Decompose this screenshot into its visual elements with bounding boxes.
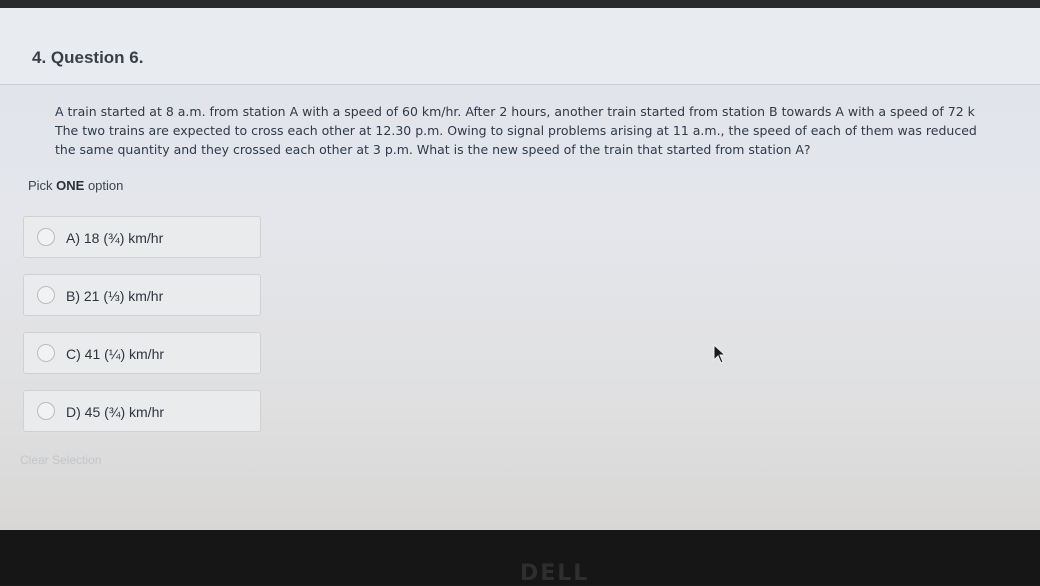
pick-instruction: Pick ONE option [28, 178, 123, 193]
dell-logo: DELL [520, 561, 590, 586]
question-line-3: the same quantity and they crossed each … [55, 142, 811, 157]
option-b-label: B) 21 (⅓) km/hr [66, 288, 164, 304]
question-line-2: The two trains are expected to cross eac… [55, 123, 977, 138]
question-header: 4. Question 6. [0, 8, 1040, 85]
pick-emphasis: ONE [56, 178, 85, 193]
screen-area: 4. Question 6. A train started at 8 a.m.… [0, 8, 1040, 530]
pick-suffix: option [84, 178, 124, 193]
option-c[interactable]: C) 41 (¼) km/hr [23, 332, 261, 374]
pick-prefix: Pick [28, 178, 57, 193]
option-c-radio[interactable] [37, 344, 55, 362]
option-a[interactable]: A) 18 (¾) km/hr [23, 216, 261, 258]
option-b-radio[interactable] [37, 286, 55, 304]
option-c-label: C) 41 (¼) km/hr [66, 346, 165, 362]
option-a-radio[interactable] [37, 228, 55, 246]
clear-selection-link[interactable]: Clear Selection [20, 453, 101, 467]
option-b[interactable]: B) 21 (⅓) km/hr [23, 274, 261, 316]
question-line-1: A train started at 8 a.m. from station A… [55, 104, 975, 119]
mouse-cursor-icon [713, 344, 727, 364]
question-text: A train started at 8 a.m. from station A… [55, 102, 1040, 159]
option-d-radio[interactable] [37, 402, 55, 420]
option-d[interactable]: D) 45 (¾) km/hr [23, 390, 261, 432]
option-a-label: A) 18 (¾) km/hr [66, 230, 164, 246]
question-title: 4. Question 6. [32, 48, 144, 67]
option-d-label: D) 45 (¾) km/hr [66, 404, 165, 420]
monitor-top-bezel [0, 0, 1040, 8]
